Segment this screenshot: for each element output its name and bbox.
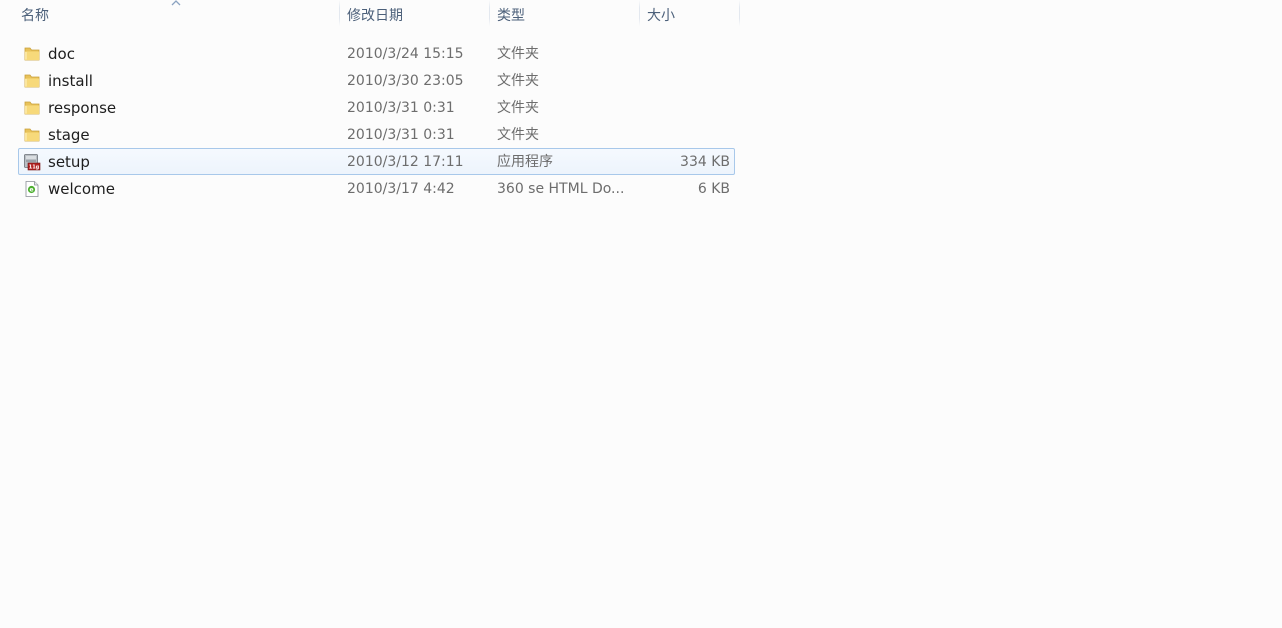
svg-text:11g: 11g xyxy=(29,165,40,171)
folder-icon xyxy=(23,126,41,144)
file-name: response xyxy=(48,99,117,117)
file-row-setup[interactable]: 11g setup 2010/3/12 17:11 应用程序 334 KB xyxy=(18,148,735,175)
file-list: doc 2010/3/24 15:15 文件夹 install 2010/3/3… xyxy=(18,40,735,202)
file-type: 文件夹 xyxy=(497,100,539,116)
application-icon: 11g xyxy=(23,153,41,171)
file-size: 6 KB xyxy=(697,181,730,197)
folder-icon xyxy=(23,99,41,117)
file-row-stage[interactable]: stage 2010/3/31 0:31 文件夹 xyxy=(18,121,735,148)
file-name: setup xyxy=(48,153,90,171)
file-row-doc[interactable]: doc 2010/3/24 15:15 文件夹 xyxy=(18,40,735,67)
file-name: stage xyxy=(48,126,90,144)
column-header-name[interactable]: 名称 xyxy=(14,0,340,32)
html-document-icon: e xyxy=(23,180,41,198)
file-type: 360 se HTML Do... xyxy=(497,181,625,197)
svg-text:e: e xyxy=(29,187,33,194)
file-date-modified: 2010/3/31 0:31 xyxy=(347,127,455,143)
column-header-size[interactable]: 大小 xyxy=(640,0,740,32)
file-date-modified: 2010/3/12 17:11 xyxy=(347,154,464,170)
file-size: 334 KB xyxy=(680,154,730,170)
file-date-modified: 2010/3/24 15:15 xyxy=(347,46,464,62)
folder-icon xyxy=(23,72,41,90)
file-name: welcome xyxy=(48,180,115,198)
file-type: 文件夹 xyxy=(497,127,539,143)
file-explorer: 名称 修改日期 类型 大小 doc 2010/3/24 15:15 文件夹 in… xyxy=(0,0,1282,628)
column-header-type[interactable]: 类型 xyxy=(490,0,640,32)
column-header-date-modified[interactable]: 修改日期 xyxy=(340,0,490,32)
file-name: doc xyxy=(48,45,75,63)
file-type: 文件夹 xyxy=(497,73,539,89)
file-name: install xyxy=(48,72,93,90)
file-type: 文件夹 xyxy=(497,46,539,62)
file-type: 应用程序 xyxy=(497,154,553,170)
file-date-modified: 2010/3/17 4:42 xyxy=(347,181,455,197)
column-header: 名称 修改日期 类型 大小 xyxy=(0,0,740,32)
file-date-modified: 2010/3/31 0:31 xyxy=(347,100,455,116)
file-row-welcome[interactable]: e welcome 2010/3/17 4:42 360 se HTML Do.… xyxy=(18,175,735,202)
file-date-modified: 2010/3/30 23:05 xyxy=(347,73,464,89)
file-row-response[interactable]: response 2010/3/31 0:31 文件夹 xyxy=(18,94,735,121)
folder-icon xyxy=(23,45,41,63)
file-row-install[interactable]: install 2010/3/30 23:05 文件夹 xyxy=(18,67,735,94)
